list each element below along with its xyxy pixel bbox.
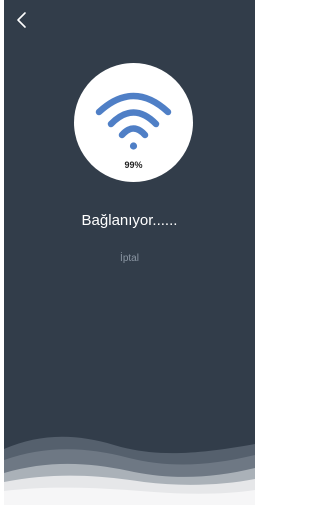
- wifi-icon: [95, 92, 172, 150]
- progress-percentage: 99%: [124, 160, 143, 170]
- connection-status: Bağlanıyor......: [81, 212, 178, 229]
- wave-decoration: [4, 436, 255, 505]
- cancel-button[interactable]: İptal: [4, 253, 255, 264]
- connecting-screen: 99% Bağlanıyor...... İptal: [4, 0, 255, 505]
- chevron-left-icon: [17, 12, 26, 28]
- back-button[interactable]: [10, 8, 34, 32]
- wifi-progress-circle: 99%: [74, 63, 193, 182]
